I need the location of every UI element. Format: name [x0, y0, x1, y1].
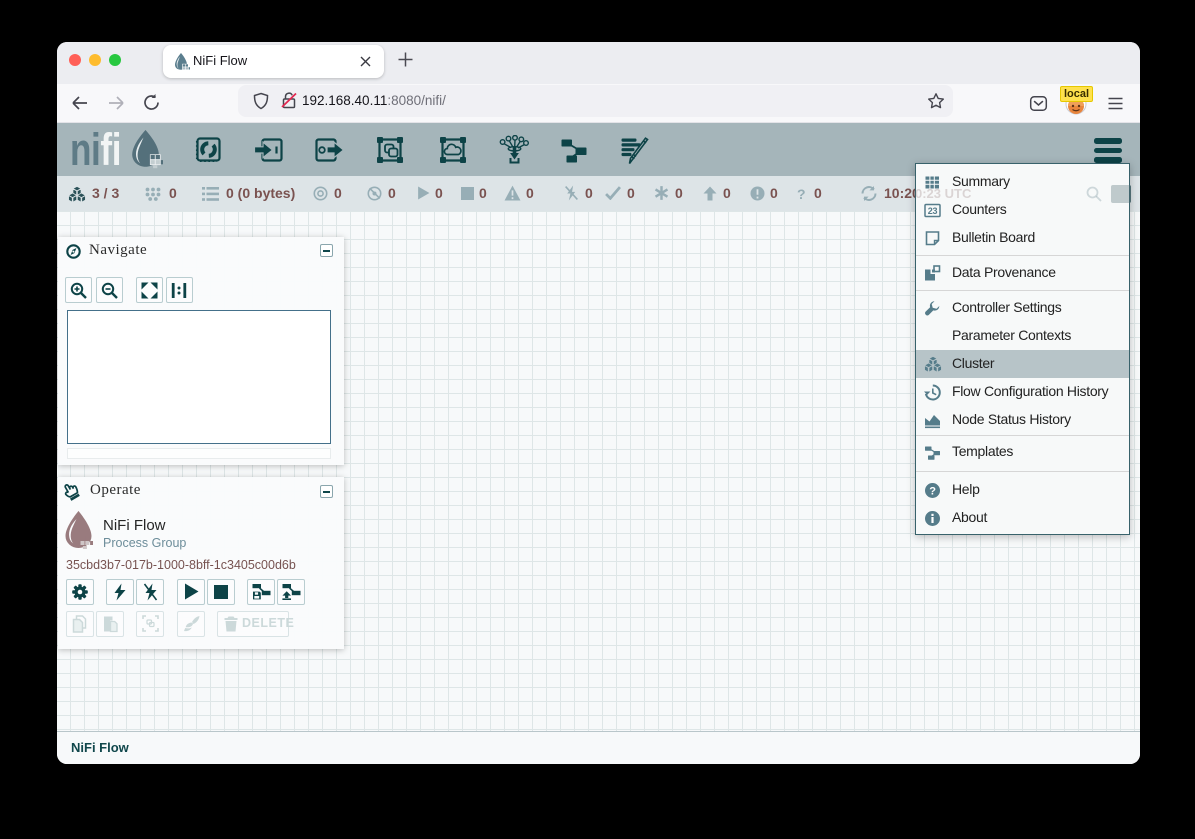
svg-text:23: 23 [928, 206, 938, 216]
svg-text:?: ? [929, 485, 936, 497]
